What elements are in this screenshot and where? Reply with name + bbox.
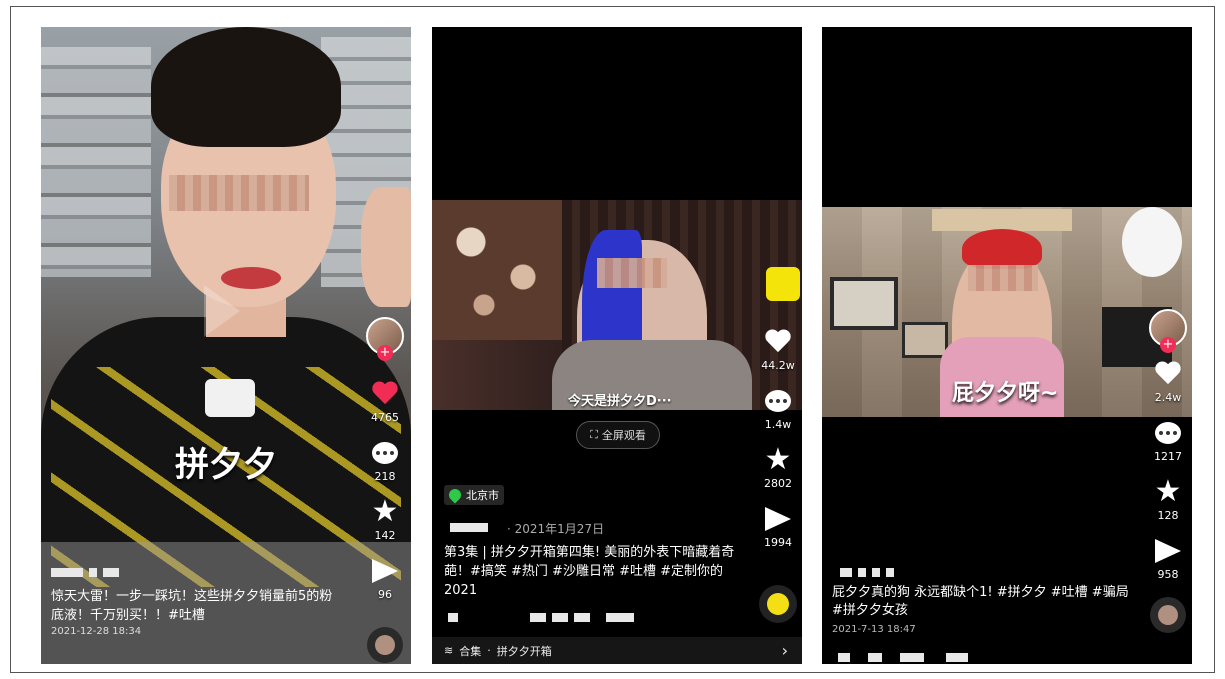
comment-icon <box>1155 422 1181 444</box>
face-blur-mosaic <box>968 265 1038 291</box>
post-date: · 2021年1月27日 <box>507 522 605 536</box>
video-subtitle: 屁夕夕呀~ <box>952 381 1059 406</box>
share-button[interactable] <box>763 504 793 534</box>
share-count: 96 <box>378 588 392 601</box>
person-hair <box>151 27 341 147</box>
video-caption: 惊天大雷！一步一踩坑！这些拼夕夕销量前5的粉底液！千万别买！！#吐槽 <box>51 589 333 623</box>
location-tag[interactable]: 北京市 <box>444 485 504 505</box>
star-icon: ★ <box>764 442 792 477</box>
heart-icon <box>372 382 398 406</box>
video-caption: 屁夕夕真的狗 永远都缺个1! #拼夕夕 #吐槽 #骗局 #拼夕夕女孩 <box>832 585 1129 618</box>
music-disc[interactable] <box>759 585 797 623</box>
share-button[interactable] <box>370 556 400 586</box>
music-info-blurred <box>838 653 968 662</box>
play-icon[interactable] <box>204 285 240 337</box>
fullscreen-icon: ⛶ <box>590 428 598 441</box>
post-date: 2021-12-28 18:34 <box>51 626 142 637</box>
like-count: 44.2w <box>761 359 795 372</box>
person-hair <box>962 229 1042 269</box>
face-blur-mosaic <box>597 258 667 288</box>
wall-picture-frame <box>830 277 898 330</box>
star-icon: ★ <box>371 494 399 529</box>
favorite-count: 128 <box>1157 509 1179 522</box>
flower-decor <box>432 200 562 340</box>
comment-button[interactable] <box>1153 418 1183 448</box>
comment-icon <box>765 390 791 412</box>
like-button[interactable] <box>370 379 400 409</box>
share-icon <box>765 507 791 531</box>
author-name-blurred[interactable] <box>840 568 894 577</box>
video-frame[interactable]: 屁夕夕呀~ <box>822 207 1192 417</box>
collection-bar[interactable]: ≋ 合集 · 拼夕夕开箱 › <box>432 637 802 664</box>
like-count: 4765 <box>371 411 399 424</box>
share-button[interactable] <box>1153 536 1183 566</box>
wall-picture-frame-small <box>902 322 948 358</box>
dot-separator: · <box>487 644 491 657</box>
like-count: 2.4w <box>1154 391 1182 404</box>
share-icon <box>372 559 398 583</box>
author-name-blurred[interactable] <box>51 568 119 577</box>
share-count: 958 <box>1157 568 1179 581</box>
creator-avatar[interactable]: + <box>1149 309 1187 353</box>
star-icon: ★ <box>1154 474 1182 509</box>
creator-avatar[interactable]: + <box>366 317 404 361</box>
comment-count: 1217 <box>1154 450 1182 463</box>
video-panel-2[interactable]: 今天是拼夕夕D··· ⛶ 全屏观看 44.2w 1.4w ★ 2802 1994… <box>432 27 802 664</box>
location-name: 北京市 <box>466 489 499 502</box>
share-count: 1994 <box>764 536 792 549</box>
video-caption: 第3集 | 拼夕夕开箱第四集! 美丽的外表下暗藏着奇葩！#搞笑 #热门 #沙雕日… <box>444 545 735 598</box>
comment-button[interactable] <box>370 438 400 468</box>
shop-sign <box>932 209 1072 231</box>
comment-count: 218 <box>374 470 396 483</box>
music-disc[interactable] <box>367 627 403 663</box>
shelf-decor <box>41 47 151 277</box>
layers-icon: ≋ <box>444 644 454 657</box>
action-sidebar: 44.2w 1.4w ★ 2802 1994 <box>754 327 802 563</box>
heart-icon <box>1155 362 1181 386</box>
comment-icon <box>372 442 398 464</box>
video-frame[interactable]: 今天是拼夕夕D··· <box>432 200 802 410</box>
video-subtitle: 今天是拼夕夕D··· <box>568 394 672 409</box>
face-blur-mosaic <box>169 175 309 211</box>
music-info-blurred <box>448 613 634 622</box>
favorite-button[interactable]: ★ <box>1153 477 1183 507</box>
chevron-right-icon[interactable]: › <box>782 641 788 660</box>
post-date: 2021-7-13 18:47 <box>832 624 916 635</box>
fullscreen-label: 全屏观看 <box>601 429 646 442</box>
clip-microphone <box>205 379 255 417</box>
video-subtitle: 拼夕夕 <box>175 445 277 485</box>
follow-plus-icon[interactable]: + <box>1160 337 1176 353</box>
fullscreen-button[interactable]: ⛶ 全屏观看 <box>576 421 660 449</box>
action-sidebar: + 2.4w 1217 ★ 128 958 <box>1144 309 1192 633</box>
share-icon <box>1155 539 1181 563</box>
favorite-count: 142 <box>374 529 396 542</box>
like-button[interactable] <box>1153 359 1183 389</box>
favorite-button[interactable]: ★ <box>370 497 400 527</box>
heart-icon <box>765 330 791 354</box>
comment-count: 1.4w <box>764 418 792 431</box>
person-hand <box>361 187 411 307</box>
action-sidebar: + 4765 218 ★ 142 96 <box>361 317 409 663</box>
favorite-button[interactable]: ★ <box>763 445 793 475</box>
comment-button[interactable] <box>763 386 793 416</box>
collection-prefix: 合集 <box>459 644 482 658</box>
video-panel-3[interactable]: 屁夕夕呀~ + 2.4w 1217 ★ 128 958 屁夕夕真的狗 永远都缺个… <box>822 27 1192 664</box>
music-disc[interactable] <box>1150 597 1186 633</box>
sticker-overlay <box>766 267 800 301</box>
author-name-blurred[interactable] <box>450 523 488 532</box>
favorite-count: 2802 <box>764 477 792 490</box>
like-button[interactable] <box>763 327 793 357</box>
video-panel-1[interactable]: 拼夕夕 + 4765 218 ★ 142 96 惊天大雷！一步一踩坑！这些拼夕夕… <box>41 27 411 664</box>
follow-plus-icon[interactable]: + <box>377 345 393 361</box>
location-pin-icon <box>446 486 464 504</box>
cartoon-decor <box>1122 207 1182 277</box>
collection-name: 拼夕夕开箱 <box>496 644 552 658</box>
